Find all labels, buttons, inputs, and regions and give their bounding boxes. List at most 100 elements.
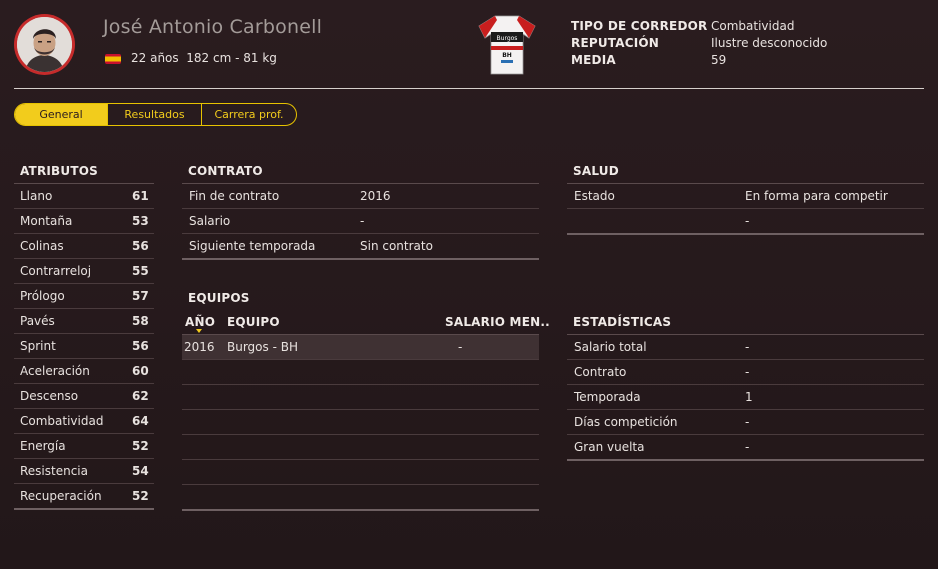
- stats-value: -: [745, 365, 750, 379]
- stats-row: Días competición -: [567, 410, 924, 435]
- tab-resultados[interactable]: Resultados: [108, 104, 202, 125]
- teams-col-year[interactable]: AÑO: [185, 315, 215, 329]
- health-value: -: [745, 214, 750, 228]
- attribute-label: Energía: [20, 439, 66, 453]
- player-name: José Antonio Carbonell: [103, 16, 323, 38]
- contract-row: Salario -: [182, 209, 539, 234]
- attribute-row: Resistencia 54: [14, 459, 154, 484]
- contract-row: Siguiente temporada Sin contrato: [182, 234, 539, 259]
- stats-row: Temporada 1: [567, 385, 924, 410]
- attribute-value: 55: [132, 264, 149, 278]
- attribute-value: 57: [132, 289, 149, 303]
- teams-end-line: [182, 509, 539, 511]
- team-row-empty: [182, 410, 539, 435]
- sort-caret-icon: [196, 329, 202, 333]
- avatar: [14, 14, 75, 75]
- attribute-label: Pavés: [20, 314, 55, 328]
- contract-title: CONTRATO: [188, 164, 263, 178]
- teams-col-team[interactable]: EQUIPO: [227, 315, 280, 329]
- attribute-value: 58: [132, 314, 149, 328]
- team-row[interactable]: 2016 Burgos - BH -: [182, 335, 539, 360]
- attribute-row: Contrarreloj 55: [14, 259, 154, 284]
- contract-value: Sin contrato: [360, 239, 433, 253]
- attribute-label: Descenso: [20, 389, 79, 403]
- team-name: Burgos - BH: [227, 340, 298, 354]
- attribute-label: Llano: [20, 189, 53, 203]
- attribute-value: 62: [132, 389, 149, 403]
- runner-type-value: Combatividad: [711, 19, 795, 33]
- teams-col-salary[interactable]: SALARIO MEN..: [445, 315, 550, 329]
- attribute-row: Recuperación 52: [14, 484, 154, 509]
- average-label: MEDIA: [571, 53, 616, 67]
- attribute-row: Sprint 56: [14, 334, 154, 359]
- teams-title: EQUIPOS: [188, 291, 250, 305]
- health-end-line: [567, 233, 924, 235]
- health-value: En forma para competir: [745, 189, 888, 203]
- stats-label: Temporada: [574, 390, 641, 404]
- svg-text:Burgos: Burgos: [497, 35, 518, 42]
- contract-row: Fin de contrato 2016: [182, 184, 539, 209]
- stats-row: Gran vuelta -: [567, 435, 924, 460]
- tab-bar: General Resultados Carrera prof.: [14, 103, 297, 126]
- stats-row: Salario total -: [567, 335, 924, 360]
- team-row-empty: [182, 460, 539, 485]
- player-info: 22 años 182 cm - 81 kg: [131, 51, 277, 65]
- attribute-label: Prólogo: [20, 289, 65, 303]
- attribute-row: Combatividad 64: [14, 409, 154, 434]
- tab-general[interactable]: General: [15, 104, 108, 125]
- attribute-value: 60: [132, 364, 149, 378]
- stats-end-line: [567, 459, 924, 461]
- stats-label: Días competición: [574, 415, 678, 429]
- stats-value: 1: [745, 390, 753, 404]
- attribute-row: Energía 52: [14, 434, 154, 459]
- team-row-empty: [182, 360, 539, 385]
- stats-row: Contrato -: [567, 360, 924, 385]
- attribute-label: Contrarreloj: [20, 264, 92, 278]
- attribute-row: Llano 61: [14, 184, 154, 209]
- tab-carrera-prof[interactable]: Carrera prof.: [202, 104, 296, 125]
- reputation-label: REPUTACIÓN: [571, 36, 660, 50]
- attribute-label: Recuperación: [20, 489, 102, 503]
- attribute-value: 61: [132, 189, 149, 203]
- attribute-row: Aceleración 60: [14, 359, 154, 384]
- team-row-empty: [182, 435, 539, 460]
- stats-label: Gran vuelta: [574, 440, 645, 454]
- attributes-title: ATRIBUTOS: [20, 164, 98, 178]
- attribute-label: Combatividad: [20, 414, 104, 428]
- contract-value: -: [360, 214, 365, 228]
- attribute-row: Colinas 56: [14, 234, 154, 259]
- runner-type-label: TIPO DE CORREDOR: [571, 19, 708, 33]
- contract-label: Siguiente temporada: [189, 239, 316, 253]
- spain-flag-icon: [105, 54, 121, 64]
- contract-label: Salario: [189, 214, 231, 228]
- attribute-label: Montaña: [20, 214, 73, 228]
- stats-value: -: [745, 440, 750, 454]
- svg-text:BH: BH: [502, 52, 512, 59]
- stats-title: ESTADÍSTICAS: [573, 315, 672, 329]
- contract-end-line: [182, 258, 539, 260]
- average-value: 59: [711, 53, 727, 67]
- stats-label: Contrato: [574, 365, 627, 379]
- header-divider: [14, 88, 924, 89]
- attribute-row: Pavés 58: [14, 309, 154, 334]
- health-row: -: [567, 209, 924, 234]
- stats-label: Salario total: [574, 340, 647, 354]
- attribute-row: Descenso 62: [14, 384, 154, 409]
- team-jersey-icon: Burgos BH: [475, 12, 539, 76]
- attribute-label: Colinas: [20, 239, 64, 253]
- contract-value: 2016: [360, 189, 391, 203]
- team-salary: -: [458, 340, 463, 354]
- attribute-value: 52: [132, 439, 149, 453]
- health-title: SALUD: [573, 164, 619, 178]
- attribute-value: 52: [132, 489, 149, 503]
- attribute-value: 54: [132, 464, 149, 478]
- attribute-label: Sprint: [20, 339, 56, 353]
- attribute-value: 56: [132, 239, 149, 253]
- attribute-value: 56: [132, 339, 149, 353]
- stats-value: -: [745, 415, 750, 429]
- player-photo: [17, 17, 72, 72]
- attribute-value: 64: [132, 414, 149, 428]
- team-row-empty: [182, 485, 539, 510]
- stats-value: -: [745, 340, 750, 354]
- team-row-empty: [182, 385, 539, 410]
